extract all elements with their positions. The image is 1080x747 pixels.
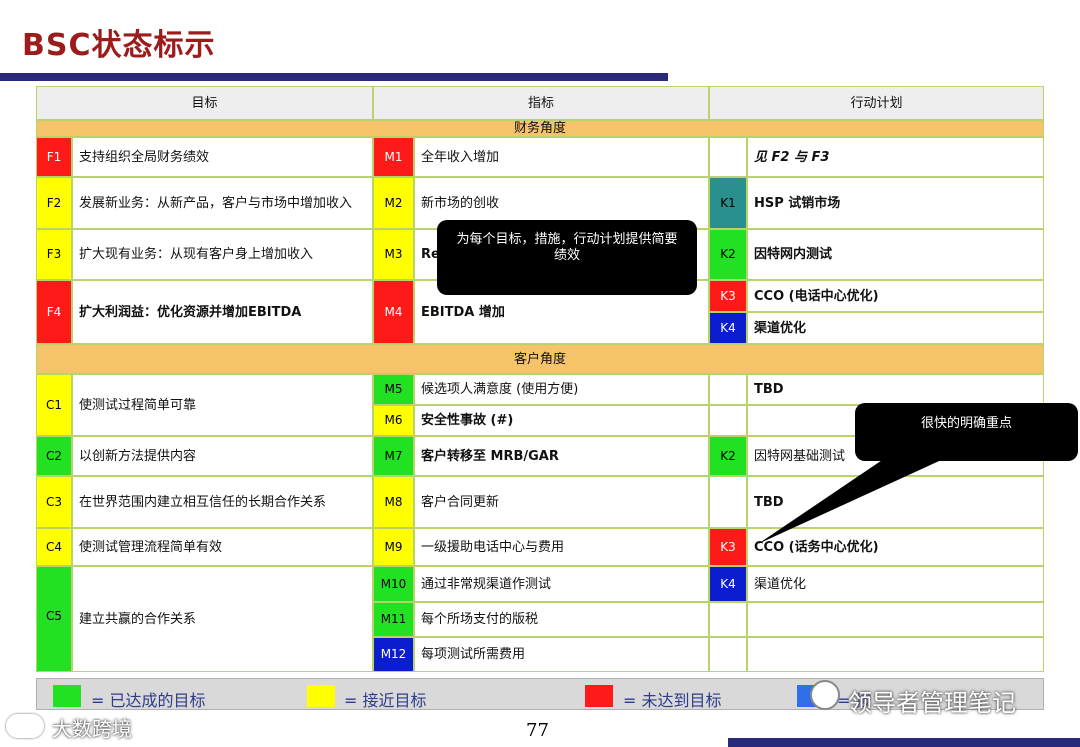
- action-K1: HSP 试销市场: [747, 177, 1044, 229]
- code-K1: K1: [709, 177, 747, 229]
- metric-M5: 候选项人满意度 (使用方便): [414, 374, 709, 405]
- footer-bar: [728, 738, 1080, 747]
- code-C2: C2: [36, 436, 72, 476]
- goal-F3: 扩大现有业务：从现有客户身上增加收入: [72, 229, 373, 280]
- code-C4: C4: [36, 528, 72, 566]
- code-F4: F4: [36, 280, 72, 344]
- goal-C3: 在世界范围内建立相互信任的长期合作关系: [72, 476, 373, 528]
- watermark-logo-icon: [6, 714, 44, 738]
- goal-C5: 建立共赢的合作关系: [72, 566, 373, 672]
- bsc-status-table: 目标 指标 行动计划 财务角度 F1 支持组织全局财务绩效 M1 全年收入增加 …: [36, 86, 1044, 672]
- action-K4: 渠道优化: [747, 312, 1044, 344]
- action-M5: TBD: [747, 374, 1044, 405]
- action-K2: 因特网内测试: [747, 229, 1044, 280]
- title-underline-bar: [0, 73, 668, 81]
- callout-performance: 为每个目标，措施，行动计划提供简要绩效: [437, 220, 697, 295]
- kcode-empty-M11: [709, 602, 747, 637]
- legend-achieved-label: = 已达成的目标: [91, 691, 206, 710]
- code-M1: M1: [373, 137, 414, 177]
- metric-M12: 每项测试所需费用: [414, 637, 709, 672]
- watermark-right: 领导者管理笔记: [848, 689, 1016, 717]
- metric-M10: 通过非常规渠道作测试: [414, 566, 709, 602]
- code-C1: C1: [36, 374, 72, 436]
- kcode-empty-F1: [709, 137, 747, 177]
- action-F1: 见 F2 与 F3: [747, 137, 1044, 177]
- action-empty-M11: [747, 602, 1044, 637]
- code-M2: M2: [373, 177, 414, 229]
- goal-F4: 扩大利润益：优化资源并增加EBITDA: [72, 280, 373, 344]
- code-F2: F2: [36, 177, 72, 229]
- page-number: 77: [526, 720, 549, 741]
- action-empty-M12: [747, 637, 1044, 672]
- metric-M11: 每个所场支付的版税: [414, 602, 709, 637]
- code-M12: M12: [373, 637, 414, 672]
- header-metric: 指标: [373, 86, 709, 120]
- section-customer: 客户角度: [36, 344, 1044, 374]
- code-K4: K4: [709, 312, 747, 344]
- goal-F1: 支持组织全局财务绩效: [72, 137, 373, 177]
- goal-C4: 使测试管理流程简单有效: [72, 528, 373, 566]
- section-financial: 财务角度: [36, 120, 1044, 137]
- legend-green-swatch: [53, 685, 81, 707]
- action-K3: CCO (电话中心优化): [747, 280, 1044, 312]
- page-title: BSC状态标示: [22, 28, 216, 63]
- code-C5: C5: [36, 566, 72, 672]
- action-K4-channel: 渠道优化: [747, 566, 1044, 602]
- kcode-empty-M12: [709, 637, 747, 672]
- metric-M1: 全年收入增加: [414, 137, 709, 177]
- code-F1: F1: [36, 137, 72, 177]
- code-M7: M7: [373, 436, 414, 476]
- legend-missed-label: = 未达到目标: [623, 691, 722, 710]
- code-C3: C3: [36, 476, 72, 528]
- metric-M7: 客户转移至 MRB/GAR: [414, 436, 709, 476]
- watermark-left: 大数跨境: [52, 717, 132, 741]
- legend-red-swatch: [585, 685, 613, 707]
- callout-focus: 很快的明确重点: [855, 403, 1078, 461]
- code-M5: M5: [373, 374, 414, 405]
- wechat-icon: [810, 680, 840, 710]
- metric-M9: 一级援助电话中心与费用: [414, 528, 709, 566]
- kcode-empty-M5: [709, 374, 747, 405]
- metric-M8: 客户合同更新: [414, 476, 709, 528]
- code-M8: M8: [373, 476, 414, 528]
- header-goal: 目标: [36, 86, 373, 120]
- legend-near-label: = 接近目标: [344, 691, 427, 710]
- code-K2: K2: [709, 229, 747, 280]
- kcode-empty-M6: [709, 405, 747, 436]
- code-F3: F3: [36, 229, 72, 280]
- code-M6: M6: [373, 405, 414, 436]
- code-K3: K3: [709, 280, 747, 312]
- code-M11: M11: [373, 602, 414, 637]
- code-M10: M10: [373, 566, 414, 602]
- header-action: 行动计划: [709, 86, 1044, 120]
- code-M9: M9: [373, 528, 414, 566]
- code-M3: M3: [373, 229, 414, 280]
- metric-M6: 安全性事故 (#): [414, 405, 709, 436]
- code-M4: M4: [373, 280, 414, 344]
- goal-F2: 发展新业务：从新产品，客户与市场中增加收入: [72, 177, 373, 229]
- legend-yellow-swatch: [307, 685, 335, 707]
- code-K4-channel: K4: [709, 566, 747, 602]
- goal-C1: 使测试过程简单可靠: [72, 374, 373, 436]
- goal-C2: 以创新方法提供内容: [72, 436, 373, 476]
